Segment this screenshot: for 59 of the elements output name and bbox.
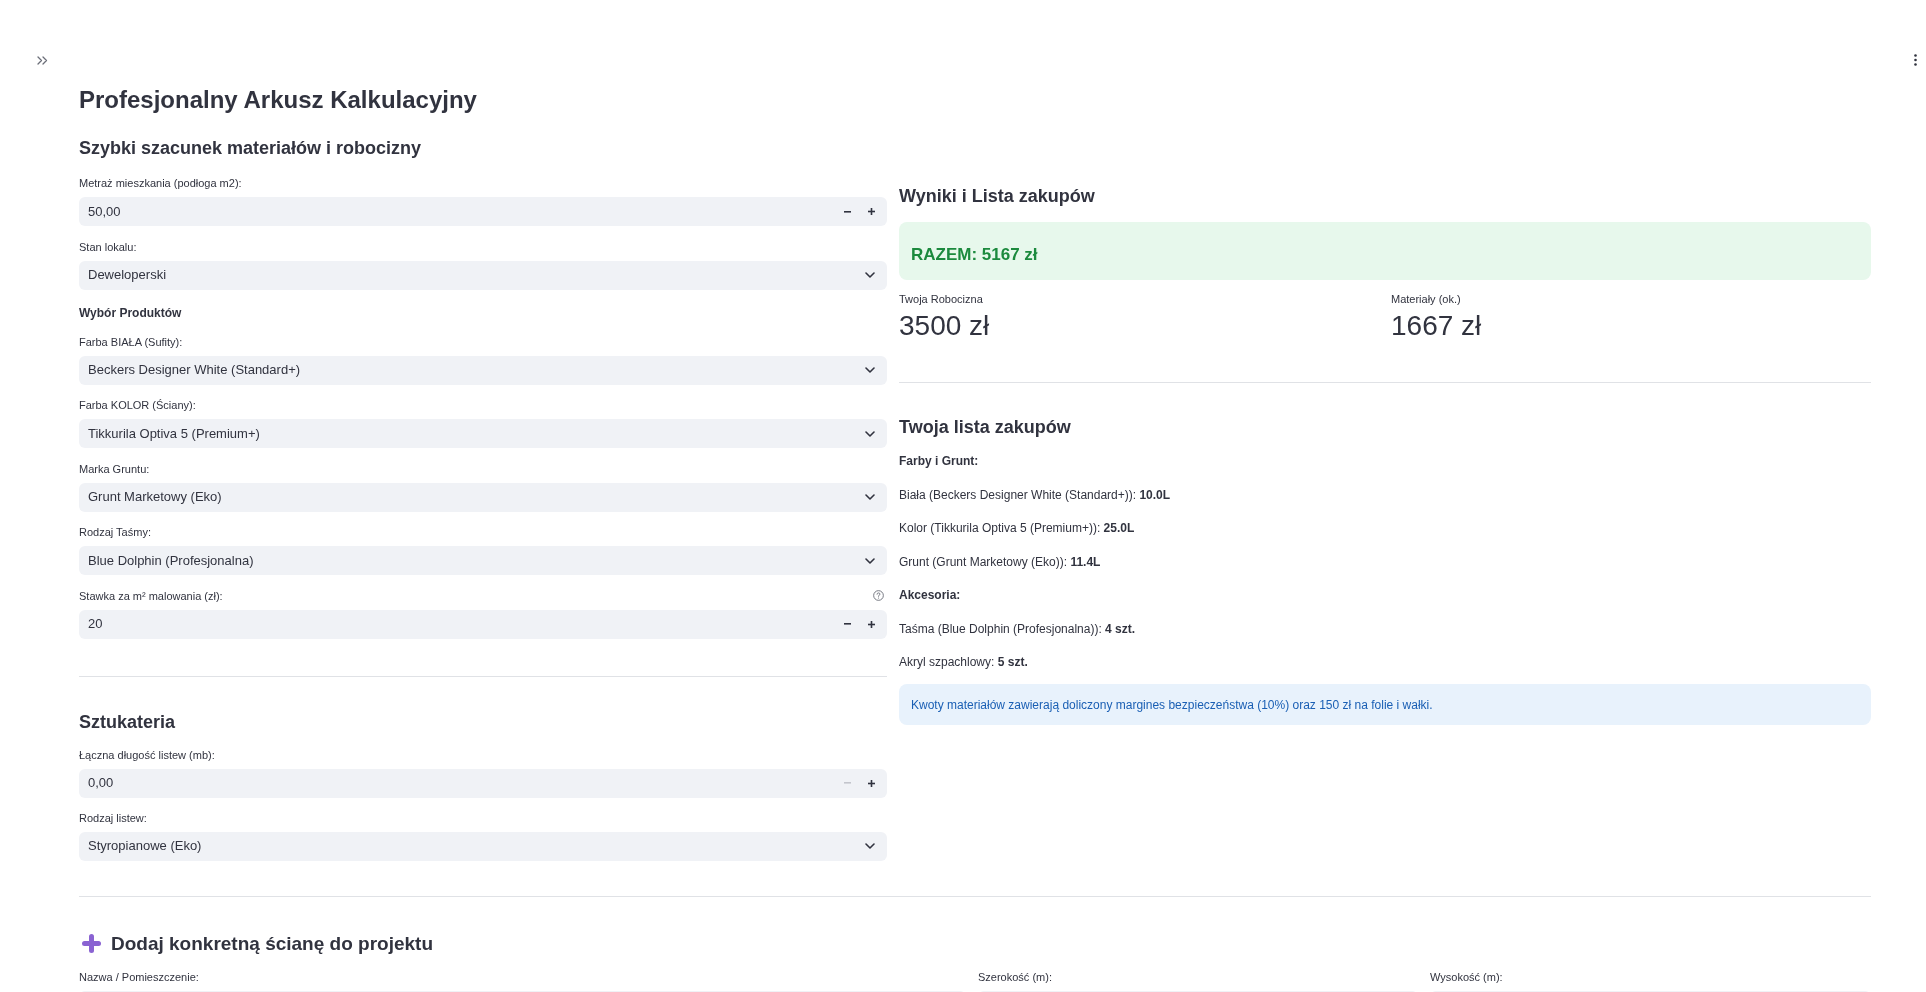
minus-icon	[843, 623, 851, 625]
more-vertical-icon	[1913, 54, 1917, 66]
shopping-list-item: Kolor (Tikkurila Optiva 5 (Premium+)): 25.0L	[899, 520, 1136, 536]
field-label: Farba KOLOR (Ściany):	[79, 398, 197, 412]
field-label: Rodzaj Taśmy:	[79, 525, 152, 539]
info-note: Kwoty materiałów zawierają doliczony margines bezpieczeństwa (10%) oraz 150 zł na folie i wałki.	[899, 684, 1871, 725]
select-dropdown[interactable]: Styropianowe (Eko)	[79, 831, 887, 861]
minus-icon	[843, 210, 851, 213]
sidebar-expand-button[interactable]	[36, 54, 48, 66]
field-label: Nazwa / Pomieszczenie:	[79, 969, 200, 984]
select-dropdown[interactable]: Tikkurila Optiva 5 (Premium+)	[79, 419, 887, 448]
section-subheading: Wybór Produktów	[79, 305, 183, 321]
number-input[interactable]: 50,00	[79, 197, 887, 226]
plus-icon	[867, 208, 875, 215]
select-dropdown[interactable]: Deweloperski	[79, 260, 887, 290]
field-label: Stan lokalu:	[79, 239, 138, 254]
section-heading: Wyniki i Lista zakupów	[899, 185, 1096, 208]
list-group-heading: Akcesoria:	[899, 587, 962, 603]
field-label: Marka Gruntu:	[79, 461, 151, 476]
chevron-down-icon	[865, 843, 875, 849]
shopping-list-item: Biała (Beckers Designer White (Standard+)): 10.0L	[899, 486, 1172, 503]
metric-value: 1667 zł	[1391, 309, 1483, 343]
field-label: Metraż mieszkania (podłoga m2):	[79, 176, 242, 190]
shopping-list-item: Grunt (Grunt Marketowy (Eko)): 11.4L	[899, 553, 1102, 570]
list-group-heading: Farby i Grunt:	[899, 453, 980, 469]
chevron-down-icon	[865, 272, 875, 278]
field-label: Szerokość (m):	[978, 969, 1053, 984]
metric-label: Materiały (ok.)	[1391, 292, 1462, 306]
metric-value: 3500 zł	[899, 309, 991, 343]
help-icon[interactable]	[873, 590, 884, 601]
field-label: Stawka za m² malowania (zł):	[79, 588, 223, 603]
chevron-down-icon	[865, 557, 875, 564]
double-chevron-icon	[36, 55, 48, 65]
menu-button[interactable]	[1912, 53, 1918, 67]
chevron-down-icon	[865, 430, 875, 437]
chevron-down-icon	[865, 494, 875, 500]
select-dropdown[interactable]: Beckers Designer White (Standard+)	[79, 355, 887, 385]
plus-icon	[82, 934, 101, 953]
metric-label: Twoja Robocizna	[899, 292, 984, 306]
total-banner: RAZEM: 5167 zł	[899, 222, 1871, 280]
section-heading: Szybki szacunek materiałów i robocizny	[79, 137, 423, 160]
select-dropdown[interactable]: Blue Dolphin (Profesjonalna)	[79, 546, 887, 575]
plus-icon	[867, 779, 875, 787]
shopping-list-item: Akryl szpachlowy: 5 szt.	[899, 654, 1029, 670]
section-heading: Twoja lista zakupów	[899, 416, 1072, 439]
field-label: Farba BIAŁA (Sufity):	[79, 334, 184, 349]
field-label: Łączna długość listew (mb):	[79, 747, 215, 762]
number-input[interactable]: 0,00	[79, 768, 887, 798]
number-input[interactable]: 20	[79, 609, 887, 639]
page-title: Profesjonalny Arkusz Kalkulacyjny	[79, 85, 478, 115]
chevron-down-icon	[865, 367, 875, 373]
minus-icon	[843, 782, 851, 784]
field-label: Wysokość (m):	[1430, 969, 1504, 984]
field-label: Rodzaj listew:	[79, 810, 148, 825]
select-dropdown[interactable]: Grunt Marketowy (Eko)	[79, 482, 887, 512]
shopping-list-item: Taśma (Blue Dolphin (Profesjonalna)): 4 szt.	[899, 620, 1137, 637]
section-heading: Sztukateria	[79, 710, 177, 734]
section-heading: Dodaj konkretną ścianę do projektu	[111, 931, 434, 956]
plus-icon	[867, 620, 875, 628]
